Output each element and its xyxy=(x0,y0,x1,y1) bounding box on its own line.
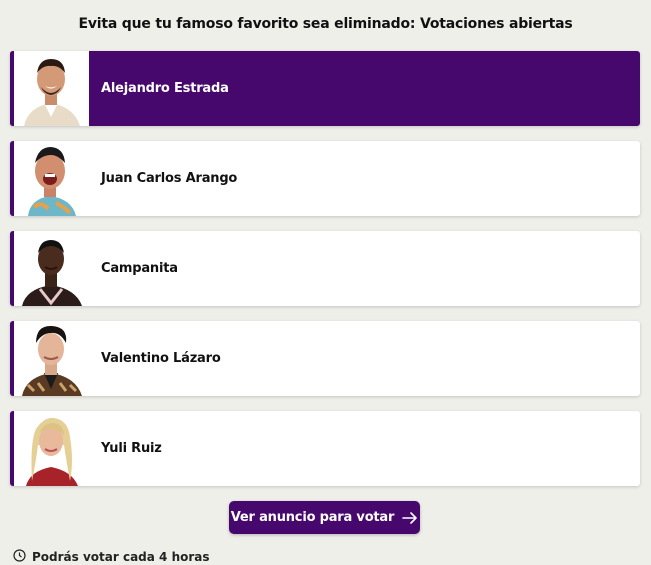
vote-frequency-info: Podrás votar cada 4 horas xyxy=(13,549,210,565)
contestant-card-valentino-lazaro[interactable]: Valentino Lázaro xyxy=(10,321,640,396)
contestant-photo xyxy=(14,141,89,216)
vote-button-label: Ver anuncio para votar xyxy=(230,510,395,525)
contestant-card-yuli-ruiz[interactable]: Yuli Ruiz xyxy=(10,411,640,486)
contestant-card-campanita[interactable]: Campanita xyxy=(10,231,640,306)
page-title: Evita que tu famoso favorito sea elimina… xyxy=(78,16,573,32)
contestant-photo xyxy=(14,231,89,306)
contestant-name: Campanita xyxy=(101,261,178,276)
contestant-name: Alejandro Estrada xyxy=(101,81,229,96)
clock-icon xyxy=(13,549,26,565)
contestant-name: Yuli Ruiz xyxy=(101,441,162,456)
arrow-right-icon xyxy=(402,511,418,524)
contestant-card-alejandro-estrada[interactable]: Alejandro Estrada xyxy=(10,51,640,126)
vote-frequency-text: Podrás votar cada 4 horas xyxy=(32,550,210,564)
contestant-card-juan-carlos-arango[interactable]: Juan Carlos Arango xyxy=(10,141,640,216)
watch-ad-to-vote-button[interactable]: Ver anuncio para votar xyxy=(229,501,420,534)
contestant-list: Alejandro Estrada Juan Carlos Arango Cam… xyxy=(10,51,640,501)
contestant-name: Valentino Lázaro xyxy=(101,351,221,366)
contestant-photo xyxy=(14,51,89,126)
contestant-photo xyxy=(14,411,89,486)
contestant-name: Juan Carlos Arango xyxy=(101,171,238,186)
contestant-photo xyxy=(14,321,89,396)
